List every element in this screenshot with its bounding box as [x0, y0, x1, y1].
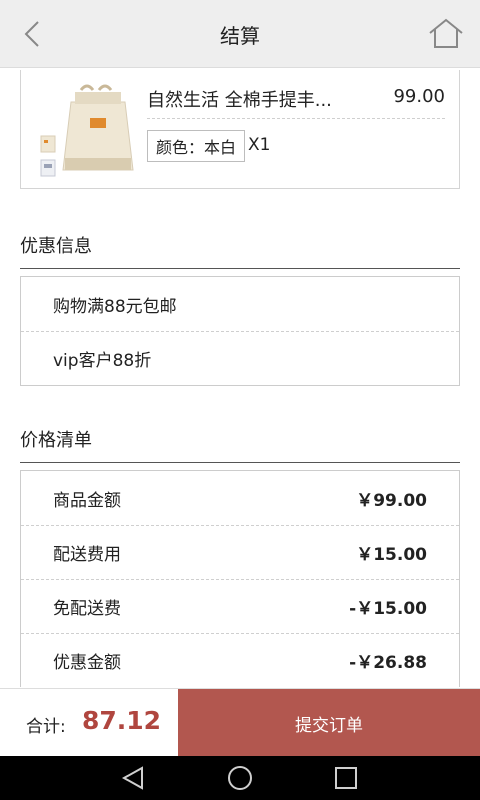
discount-label: vip客户88折: [53, 351, 152, 371]
discount-item[interactable]: 购物满88元包邮: [21, 277, 459, 331]
price-value: -￥26.88: [349, 653, 427, 673]
nav-back-icon[interactable]: [118, 764, 148, 792]
home-icon: [429, 18, 463, 48]
home-button[interactable]: [426, 16, 466, 52]
price-value: ￥99.00: [356, 490, 427, 511]
product-image: [35, 82, 145, 182]
price-value: ￥15.00: [356, 545, 427, 565]
price-row: 商品金额 ￥99.00: [21, 471, 459, 525]
price-label: 免配送费: [53, 599, 121, 619]
submit-order-button[interactable]: 提交订单: [178, 689, 480, 757]
nav-recent-apps-icon[interactable]: [333, 765, 359, 791]
discounts-list: 购物满88元包邮 vip客户88折: [20, 276, 460, 386]
divider: [147, 118, 445, 119]
page-title: 结算: [220, 24, 260, 48]
total-label: 合计:: [26, 717, 66, 737]
checkout-screen: 结算 自然生活 全棉手提丰... 99.00 颜色：本白 X1 优惠信息 购物满…: [0, 0, 480, 800]
checkout-bar: 合计: 87.12 提交订单: [0, 688, 480, 757]
price-section-title: 价格清单: [20, 426, 460, 463]
discount-label: 购物满88元包邮: [53, 296, 177, 317]
product-name: 自然生活 全棉手提丰...: [147, 90, 332, 111]
price-row: 配送费用 ￥15.00: [21, 525, 459, 579]
price-label: 配送费用: [53, 545, 121, 565]
product-quantity: X1: [248, 135, 271, 155]
price-row: 免配送费 -￥15.00: [21, 579, 459, 633]
product-card[interactable]: 自然生活 全棉手提丰... 99.00 颜色：本白 X1: [20, 70, 460, 189]
nav-home-icon[interactable]: [226, 764, 254, 792]
price-row: 优惠金额 -￥26.88: [21, 633, 459, 687]
price-label: 商品金额: [53, 490, 121, 511]
product-price: 99.00: [393, 86, 445, 107]
discounts-section-title: 优惠信息: [20, 232, 460, 269]
discount-item[interactable]: vip客户88折: [21, 331, 459, 385]
price-value: -￥15.00: [349, 599, 427, 619]
product-color-option: 颜色：本白: [147, 130, 246, 162]
header-bar: 结算: [0, 0, 480, 68]
total-amount: 87.12: [82, 706, 162, 735]
system-nav-bar: [0, 756, 480, 800]
price-label: 优惠金额: [53, 653, 121, 673]
price-list: 商品金额 ￥99.00 配送费用 ￥15.00 免配送费 -￥15.00 优惠金…: [20, 470, 460, 687]
